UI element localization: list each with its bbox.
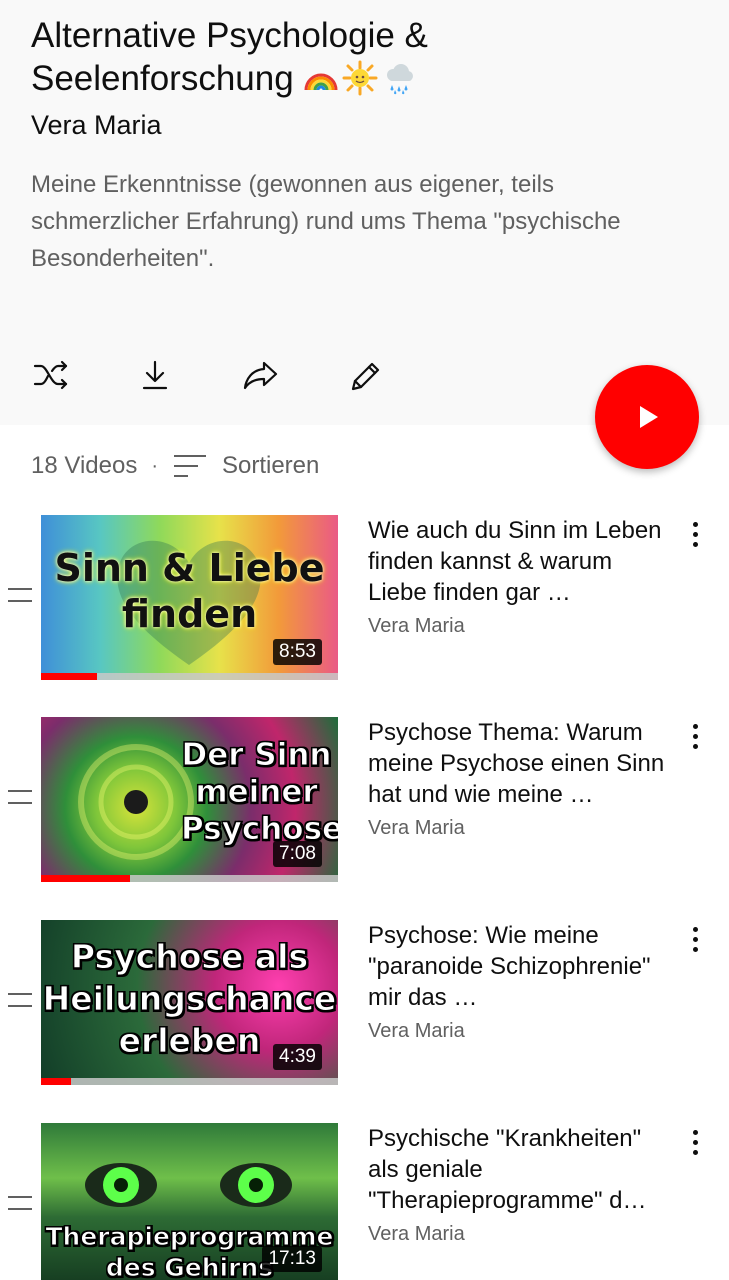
drag-handle-icon[interactable]	[8, 1196, 32, 1210]
duration-badge: 17:13	[262, 1246, 322, 1272]
watch-progress-bar	[41, 673, 338, 680]
playlist-title: Alternative Psychologie & Seelenforschun…	[31, 16, 428, 98]
edit-button[interactable]	[337, 348, 391, 402]
video-channel: Vera Maria	[368, 615, 465, 637]
video-thumbnail[interactable]: Sinn & Liebe finden 8:53	[41, 515, 338, 680]
video-thumbnail[interactable]: Therapieprogramme des Gehirns 17:13	[41, 1123, 338, 1280]
share-icon	[243, 361, 278, 390]
watch-progress-bar	[41, 875, 338, 882]
thumbnail-caption: Sinn & Liebe finden	[54, 546, 325, 636]
share-button[interactable]	[233, 348, 287, 402]
video-meta[interactable]: Psychose: Wie meine "paranoide Schizophr…	[368, 920, 673, 1045]
video-meta[interactable]: Wie auch du Sinn im Leben finden kannst …	[368, 515, 673, 640]
thumbnail-caption: Der Sinn meiner Psychose	[181, 737, 339, 848]
list-header: 18 Videos · Sortieren	[31, 446, 319, 486]
video-channel: Vera Maria	[368, 817, 465, 839]
duration-badge: 8:53	[273, 639, 322, 665]
video-title[interactable]: Psychose: Wie meine "paranoide Schizophr…	[368, 920, 673, 1013]
watch-progress-bar	[41, 1078, 338, 1085]
duration-badge: 7:08	[273, 841, 322, 867]
rainbow-emoji	[304, 73, 338, 91]
video-title[interactable]: Psychische "Krankheiten" als geniale "Th…	[368, 1123, 673, 1216]
sort-button[interactable]: Sortieren	[222, 452, 319, 480]
play-all-button[interactable]	[595, 365, 699, 469]
video-thumbnail[interactable]: Psychose als Heilungschance erleben 4:39	[41, 920, 338, 1085]
video-row[interactable]: Der Sinn meiner Psychose 7:08 Psychose T…	[0, 717, 729, 889]
duration-badge: 4:39	[273, 1044, 322, 1070]
rain-cloud-emoji	[387, 64, 414, 95]
video-title[interactable]: Psychose Thema: Warum meine Psychose ein…	[368, 717, 673, 810]
watch-progress-fill	[41, 673, 98, 680]
edit-icon	[351, 362, 380, 391]
separator: ·	[151, 454, 158, 477]
playlist-description: Meine Erkenntnisse (gewonnen aus eigener…	[31, 171, 621, 272]
video-meta[interactable]: Psychose Thema: Warum meine Psychose ein…	[368, 717, 673, 842]
download-icon	[142, 360, 168, 390]
video-channel: Vera Maria	[368, 1020, 465, 1042]
video-meta[interactable]: Psychische "Krankheiten" als geniale "Th…	[368, 1123, 673, 1248]
more-options-icon[interactable]	[681, 922, 709, 956]
sort-icon[interactable]	[172, 451, 208, 481]
drag-handle-icon[interactable]	[8, 588, 32, 602]
sun-emoji	[342, 60, 378, 96]
drag-handle-icon[interactable]	[8, 993, 32, 1007]
shuffle-icon	[33, 360, 68, 390]
shuffle-button[interactable]	[24, 348, 78, 402]
video-row[interactable]: Sinn & Liebe finden 8:53 Wie auch du Sin…	[0, 515, 729, 687]
watch-progress-fill	[41, 875, 131, 882]
watch-progress-fill	[41, 1078, 71, 1085]
video-channel: Vera Maria	[368, 1223, 465, 1245]
play-icon	[640, 406, 658, 428]
more-options-icon[interactable]	[681, 517, 709, 551]
playlist-header: Alternative Psychologie & Seelenforschun…	[0, 0, 729, 425]
video-thumbnail[interactable]: Der Sinn meiner Psychose 7:08	[41, 717, 338, 882]
video-row[interactable]: Psychose als Heilungschance erleben 4:39…	[0, 920, 729, 1092]
more-options-icon[interactable]	[681, 1125, 709, 1159]
more-options-icon[interactable]	[681, 719, 709, 753]
playlist-owner[interactable]: Vera Maria	[31, 108, 162, 142]
drag-handle-icon[interactable]	[8, 790, 32, 804]
video-row[interactable]: Therapieprogramme des Gehirns 17:13 Psyc…	[0, 1123, 729, 1280]
download-button[interactable]	[128, 348, 182, 402]
video-count: 18 Videos	[31, 452, 138, 479]
video-title[interactable]: Wie auch du Sinn im Leben finden kannst …	[368, 515, 673, 608]
